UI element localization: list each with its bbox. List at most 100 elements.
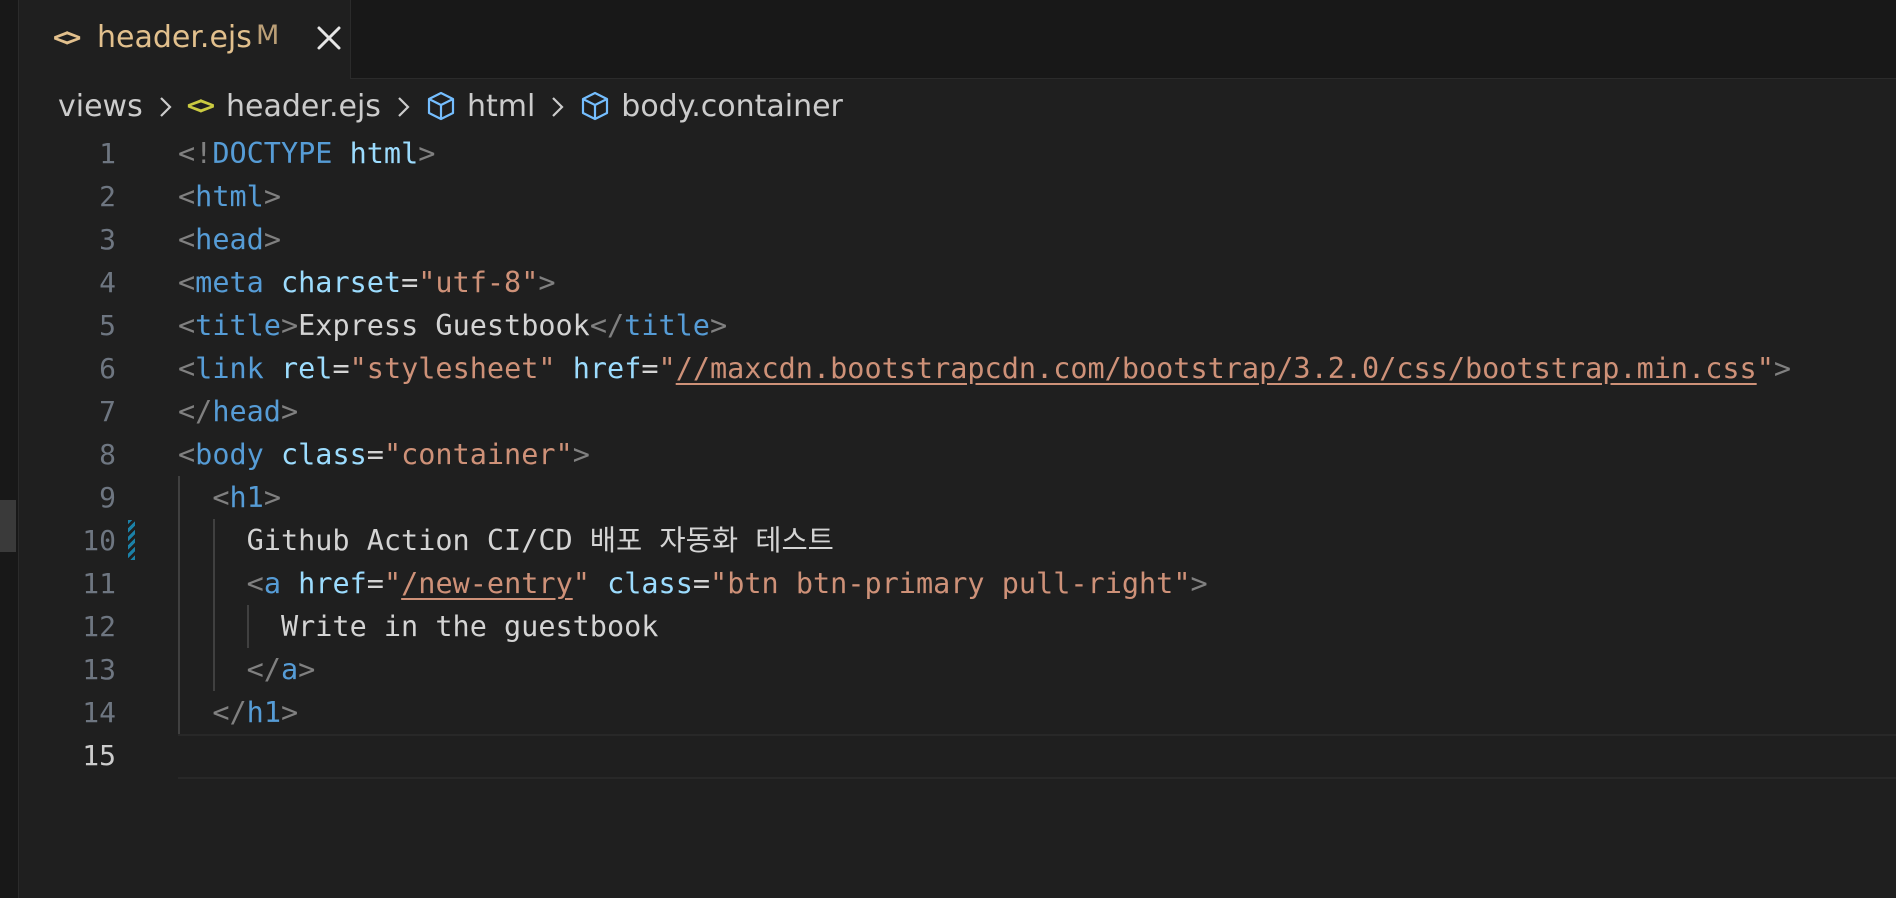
breadcrumb-file[interactable]: header.ejs [226, 89, 381, 124]
code-line[interactable]: 8 <body class="container"> [0, 433, 1896, 476]
code-token: = [366, 438, 384, 471]
code-token: html [195, 180, 264, 213]
line-number: 5 [99, 309, 116, 342]
code-line[interactable]: 15 [0, 734, 1896, 779]
code-token: > [538, 266, 556, 299]
code-token: = [332, 352, 350, 385]
code-token: > [418, 137, 436, 170]
code-token: h1 [229, 481, 264, 514]
code-line[interactable]: 4 <meta charset="utf-8"> [0, 261, 1896, 304]
tab-bar: <> header.ejs M [19, 0, 1896, 79]
code-token: < [246, 567, 264, 600]
line-number: 8 [99, 438, 116, 471]
code-token: = [692, 567, 711, 600]
code-line[interactable]: 3 <head> [0, 218, 1896, 261]
breadcrumb: views <> header.ejs html body.container [58, 86, 843, 126]
code-token: > [280, 309, 299, 342]
code-token: "container" [383, 438, 573, 471]
code-token: = [401, 266, 419, 299]
code-token: > [280, 395, 299, 428]
code-token: " [658, 352, 676, 385]
code-token: /new-entry [401, 567, 573, 600]
code-content: <html> [178, 175, 281, 218]
code-token: < [178, 309, 196, 342]
code-content: <!DOCTYPE html> [178, 132, 435, 175]
line-number: 7 [99, 395, 116, 428]
chevron-right-icon [159, 93, 173, 119]
line-number: 14 [82, 696, 116, 729]
code-token: = [641, 352, 659, 385]
code-content: <meta charset="utf-8"> [178, 261, 556, 304]
modified-line-marker[interactable] [128, 520, 135, 560]
code-line[interactable]: 7 </head> [0, 390, 1896, 433]
tab-header-ejs[interactable]: <> header.ejs M [19, 0, 351, 79]
code-line[interactable]: 10 Github Action CI/CD 배포 자동화 테스트 [0, 519, 1896, 562]
line-number: 3 [99, 223, 116, 256]
code-token: > [1190, 567, 1208, 600]
code-token: > [263, 223, 281, 256]
code-token: h1 [246, 696, 281, 729]
code-line[interactable]: 11 <a href="/new-entry" class="btn btn-p… [0, 562, 1896, 605]
code-token: </ [178, 395, 213, 428]
symbol-cube-icon [425, 90, 457, 122]
code-file-icon: <> [186, 91, 215, 121]
code-line[interactable]: 2 <html> [0, 175, 1896, 218]
code-token: title [624, 309, 710, 342]
code-content: </h1> [178, 691, 298, 734]
code-token: > [1773, 352, 1792, 385]
code-token: class [607, 567, 693, 600]
code-token: href [298, 567, 367, 600]
symbol-cube-icon [579, 90, 611, 122]
line-number: 9 [99, 481, 116, 514]
code-line[interactable]: 9 <h1> [0, 476, 1896, 519]
code-token: < [178, 438, 196, 471]
code-token: " [1756, 352, 1774, 385]
line-number: 10 [82, 524, 116, 557]
code-content: <head> [178, 218, 281, 261]
code-token: link [195, 352, 264, 385]
line-number: 12 [82, 610, 116, 643]
code-token: charset [280, 266, 402, 299]
code-line[interactable]: 12 Write in the guestbook [0, 605, 1896, 648]
close-icon[interactable] [311, 20, 347, 56]
code-line[interactable]: 1 <!DOCTYPE html> [0, 132, 1896, 175]
indent-guide [178, 476, 180, 734]
code-content: <link rel="stylesheet" href="//maxcdn.bo… [178, 347, 1791, 390]
code-line[interactable]: 6 <link rel="stylesheet" href="//maxcdn.b… [0, 347, 1896, 390]
code-token: > [263, 180, 281, 213]
breadcrumb-folder[interactable]: views [58, 89, 143, 124]
code-line[interactable]: 13 </a> [0, 648, 1896, 691]
breadcrumb-html[interactable]: html [467, 89, 535, 124]
code-content: Github Action CI/CD 배포 자동화 테스트 [178, 519, 834, 562]
chevron-right-icon [397, 93, 411, 119]
code-token: <! [178, 137, 213, 170]
code-content: </head> [178, 390, 298, 433]
line-number: 13 [82, 653, 116, 686]
line-number: 4 [99, 266, 116, 299]
current-line-highlight [178, 734, 1896, 779]
code-token: > [280, 696, 299, 729]
code-line[interactable]: 14 </h1> [0, 691, 1896, 734]
code-token: class [280, 438, 367, 471]
code-token: Github Action CI/CD 배포 자동화 테스트 [178, 524, 834, 557]
code-token: < [178, 223, 196, 256]
code-line[interactable]: 5 <title>Express Guestbook</title> [0, 304, 1896, 347]
code-token: " [383, 567, 402, 600]
tab-filename: header.ejs [97, 20, 252, 55]
breadcrumb-body[interactable]: body.container [621, 89, 843, 124]
code-file-icon: <> [53, 23, 81, 53]
code-token: Write in the guestbook [178, 610, 659, 643]
code-token: "btn btn-primary pull-right" [710, 567, 1191, 600]
code-token: > [572, 438, 590, 471]
code-token: title [195, 309, 281, 342]
modified-indicator: M [256, 20, 280, 51]
code-token: html [349, 137, 419, 170]
code-token: head [212, 395, 281, 428]
